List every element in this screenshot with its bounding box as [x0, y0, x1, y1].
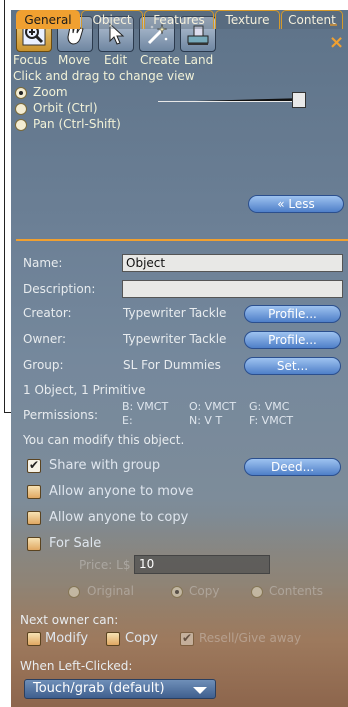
perm-base: B: VMCT	[122, 400, 169, 413]
price-label: Price: L$	[79, 558, 131, 572]
tab-object[interactable]: Object	[81, 10, 143, 29]
owner-label: Owner:	[23, 332, 67, 346]
name-label: Name:	[23, 256, 63, 270]
modify-note: You can modify this object.	[23, 433, 185, 447]
tool-label-create: Create	[140, 53, 180, 67]
share-with-group-checkbox[interactable]	[27, 458, 41, 473]
tab-underline	[16, 239, 348, 241]
less-button[interactable]: « Less	[248, 195, 344, 213]
tab-content[interactable]: Content	[281, 10, 343, 29]
name-field[interactable]: Object	[122, 254, 343, 272]
perm-owner: O: VMCT	[189, 400, 237, 413]
tool-label-focus: Focus	[13, 53, 48, 67]
description-label: Description:	[23, 282, 96, 296]
owner-profile-button[interactable]: Profile...	[244, 331, 341, 349]
sale-copy-radio[interactable]	[171, 586, 183, 598]
next-copy-label: Copy	[125, 631, 158, 646]
callout-line-vertical	[4, 0, 5, 413]
view-hint: Click and drag to change view	[13, 69, 195, 83]
owner-value: Typewriter Tackle	[123, 332, 227, 346]
deed-button[interactable]: Deed...	[244, 458, 341, 476]
tool-label-move: Move	[58, 53, 91, 67]
left-click-value: Touch/grab (default)	[33, 681, 165, 696]
permissions-label: Permissions:	[23, 408, 99, 422]
group-set-button[interactable]: Set...	[244, 357, 341, 375]
tab-features[interactable]: Features	[144, 10, 214, 29]
next-copy-checkbox[interactable]	[106, 632, 120, 646]
group-label: Group:	[23, 358, 64, 372]
creator-profile-button[interactable]: Profile...	[244, 305, 341, 323]
tool-label-land: Land	[184, 53, 214, 67]
creator-label: Creator:	[23, 306, 72, 320]
zoom-slider-line	[158, 101, 306, 102]
build-tools-panel: –× Focus Move Edit Create Land Click and…	[11, 10, 348, 707]
zoom-label: Zoom	[33, 85, 68, 99]
object-count: 1 Object, 1 Primitive	[23, 383, 146, 397]
perm-full: F: VMCT	[249, 414, 294, 427]
allow-copy-label: Allow anyone to copy	[49, 510, 189, 525]
allow-copy-checkbox[interactable]	[27, 511, 41, 525]
perm-everyone: E:	[122, 414, 133, 427]
sale-original-label: Original	[87, 584, 134, 598]
sale-copy-label: Copy	[189, 584, 220, 598]
sale-contents-label: Contents	[269, 584, 323, 598]
allow-move-label: Allow anyone to move	[49, 484, 194, 499]
next-resell-checkbox[interactable]	[180, 631, 194, 646]
left-click-dropdown[interactable]: Touch/grab (default)	[24, 679, 216, 699]
sale-original-radio[interactable]	[68, 586, 80, 598]
pan-radio[interactable]	[15, 119, 27, 131]
creator-value: Typewriter Tackle	[123, 306, 227, 320]
share-with-group-label: Share with group	[49, 458, 161, 473]
zoom-slider-handle[interactable]	[291, 92, 306, 108]
left-click-label: When Left-Clicked:	[20, 659, 133, 673]
next-modify-checkbox[interactable]	[27, 632, 41, 646]
description-field[interactable]	[122, 280, 343, 298]
perm-group: G: VMC	[249, 400, 290, 413]
chevron-down-icon	[193, 687, 207, 694]
orbit-radio[interactable]	[15, 103, 27, 115]
tool-label-edit: Edit	[104, 53, 128, 67]
for-sale-checkbox[interactable]	[27, 537, 41, 551]
next-modify-label: Modify	[45, 631, 89, 646]
for-sale-label: For Sale	[49, 536, 102, 551]
pan-label: Pan (Ctrl-Shift)	[33, 117, 121, 131]
next-resell-label: Resell/Give away	[199, 631, 302, 645]
orbit-label: Orbit (Ctrl)	[33, 101, 98, 115]
group-value: SL For Dummies	[123, 358, 221, 372]
perm-next: N: V T	[189, 414, 223, 427]
zoom-radio[interactable]	[15, 87, 27, 99]
next-owner-label: Next owner can:	[20, 613, 119, 627]
allow-move-checkbox[interactable]	[27, 485, 41, 499]
tab-texture[interactable]: Texture	[215, 10, 280, 29]
sale-contents-radio[interactable]	[251, 586, 263, 598]
price-field[interactable]: 10	[134, 555, 270, 574]
tab-general[interactable]: General	[16, 10, 80, 29]
